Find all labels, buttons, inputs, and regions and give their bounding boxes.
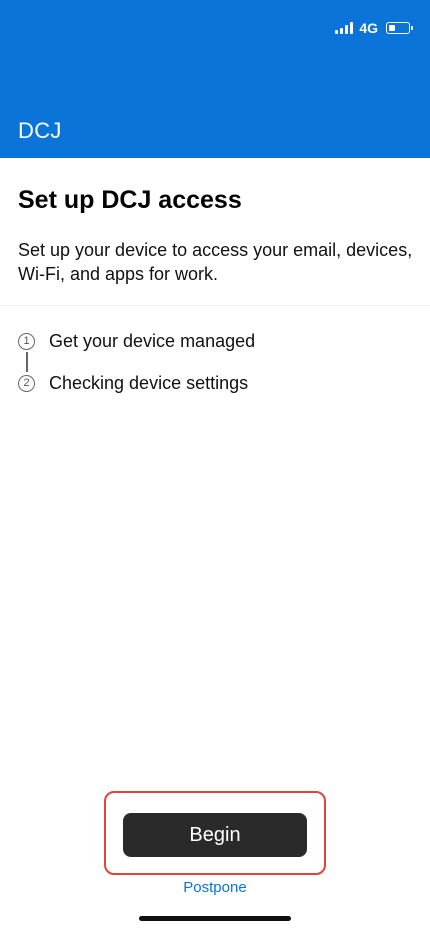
step-item-1: 1 Get your device managed — [18, 330, 255, 352]
step-label: Checking device settings — [49, 372, 249, 393]
step-number-icon: 1 — [18, 332, 35, 350]
home-indicator[interactable] — [139, 916, 291, 921]
battery-icon — [386, 22, 413, 34]
step-label: Get your device managed — [49, 330, 256, 351]
app-screen: 4G DCJ Set up DCJ access Set up your dev… — [0, 0, 430, 930]
status-bar: 4G — [335, 18, 413, 38]
step-connector — [26, 352, 28, 372]
setup-description: Set up your device to access your email,… — [18, 240, 413, 284]
step-number-icon: 2 — [18, 374, 35, 392]
network-type: 4G — [359, 20, 378, 36]
page-title: Set up DCJ access — [18, 186, 242, 214]
setup-steps: 1 Get your device managed 2 Checking dev… — [18, 330, 255, 394]
organization-name: DCJ — [18, 118, 62, 143]
step-item-2: 2 Checking device settings — [18, 372, 255, 394]
begin-button[interactable]: Begin — [123, 813, 307, 857]
battery-fill — [389, 25, 395, 31]
postpone-link[interactable]: Postpone — [0, 879, 430, 896]
header-bar: 4G DCJ — [0, 0, 430, 158]
signal-icon — [335, 22, 354, 34]
divider — [0, 305, 430, 306]
